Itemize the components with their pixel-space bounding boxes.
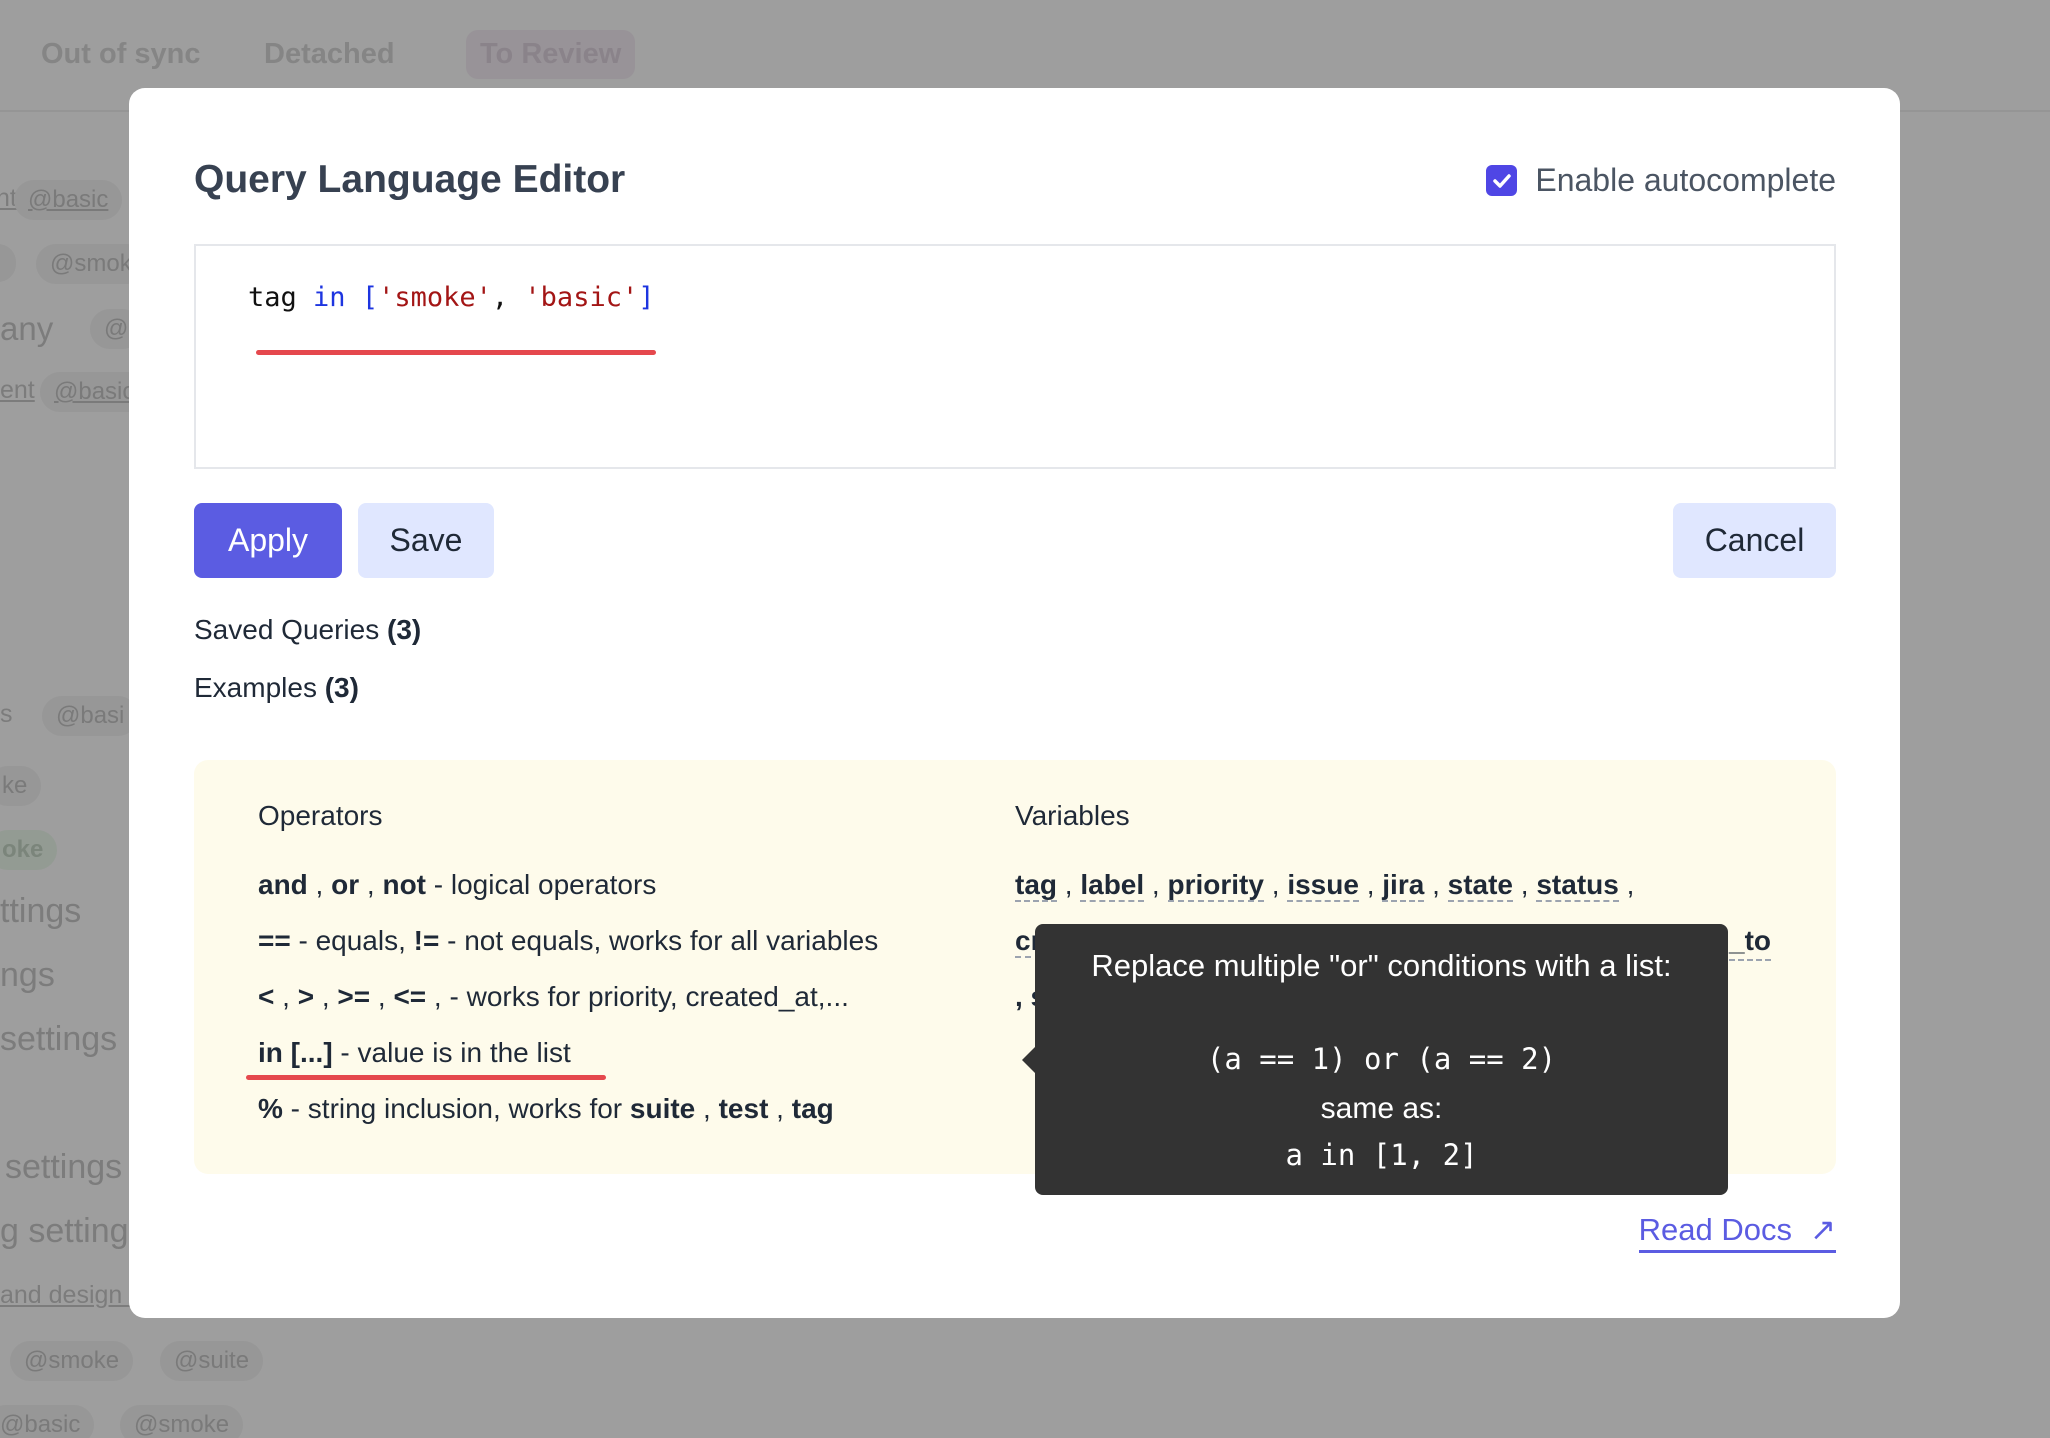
variable[interactable]: issue: [1287, 869, 1359, 902]
tooltip-code: a in [1, 2]: [1285, 1138, 1478, 1172]
bg-link: and design -: [0, 1281, 138, 1309]
bg-tag: @smoke: [120, 1405, 244, 1438]
operator-row: % - string inclusion, works for suite , …: [258, 1093, 834, 1124]
bg-text: any: [0, 310, 54, 347]
variables-heading: Variables: [1015, 800, 1130, 831]
tooltip: Replace multiple "or" conditions with a …: [1022, 924, 1728, 1195]
operator-row: < , > , >= , <= , - works for priority, …: [258, 981, 849, 1012]
operators-heading: Operators: [258, 800, 383, 831]
examples-toggle[interactable]: Examples (3): [194, 672, 359, 704]
checkbox-checked-icon[interactable]: [1486, 165, 1518, 196]
variable[interactable]: label: [1080, 869, 1145, 902]
autocomplete-label: Enable autocomplete: [1535, 162, 1836, 198]
annotation-underline: [246, 1075, 606, 1080]
variable[interactable]: priority: [1167, 869, 1264, 902]
variable[interactable]: jira: [1382, 869, 1425, 902]
cancel-button[interactable]: Cancel: [1673, 503, 1836, 578]
bg-text: s: [0, 700, 13, 728]
tab-detached[interactable]: Detached: [264, 38, 395, 71]
bg-tag: @smoke: [10, 1341, 134, 1381]
tab-to-review[interactable]: To Review: [466, 30, 636, 79]
bg-text: ngs: [0, 956, 55, 994]
bg-text: ent: [0, 376, 35, 404]
operator-row: and , or , not - logical operators: [258, 869, 657, 900]
query-input[interactable]: tag in ['smoke', 'basic']: [194, 244, 1836, 469]
autocomplete-toggle[interactable]: Enable autocomplete: [1486, 162, 1836, 199]
variable[interactable]: _to: [1729, 923, 1771, 961]
variables-row: tag , label , priority , issue , jira , …: [1015, 869, 1635, 902]
bg-tag: [0, 244, 16, 282]
saved-queries-toggle[interactable]: Saved Queries (3): [194, 614, 421, 646]
bg-text: g settings: [0, 1212, 146, 1250]
save-button[interactable]: Save: [358, 503, 494, 578]
tooltip-title: Replace multiple "or" conditions with a …: [1091, 948, 1672, 983]
operator-row: == - equals, != - not equals, works for …: [258, 925, 879, 956]
tooltip-code: (a == 1) or (a == 2): [1206, 1042, 1557, 1076]
operators-section: Operators and , or , not - logical opera…: [246, 800, 879, 1147]
bg-tag: @basi: [42, 696, 139, 736]
annotation-underline: [256, 350, 656, 355]
variable[interactable]: tag: [1015, 869, 1057, 902]
external-link-icon: ↗: [1810, 1212, 1836, 1247]
bg-text: settings: [5, 1148, 123, 1186]
bg-tag: oke: [0, 830, 58, 870]
variable[interactable]: status: [1536, 869, 1619, 902]
bg-tag: ke: [0, 766, 42, 806]
tooltip-text: same as:: [1320, 1092, 1443, 1125]
variable[interactable]: state: [1447, 869, 1514, 902]
bg-tag: @basic: [14, 180, 123, 220]
bg-tag: @suite: [160, 1341, 264, 1381]
modal-title: Query Language Editor: [194, 158, 626, 201]
apply-button[interactable]: Apply: [194, 503, 342, 578]
read-docs-link[interactable]: Read Docs ↗: [1638, 1212, 1836, 1253]
operator-row: in [...] - value is in the list: [246, 1035, 878, 1091]
bg-text: settings: [0, 1020, 118, 1058]
bg-text: ttings: [0, 892, 82, 930]
bg-tag: @basic: [0, 1405, 95, 1438]
query-code: tag in ['smoke', 'basic']: [248, 282, 655, 313]
tab-out-of-sync[interactable]: Out of sync: [41, 38, 201, 71]
